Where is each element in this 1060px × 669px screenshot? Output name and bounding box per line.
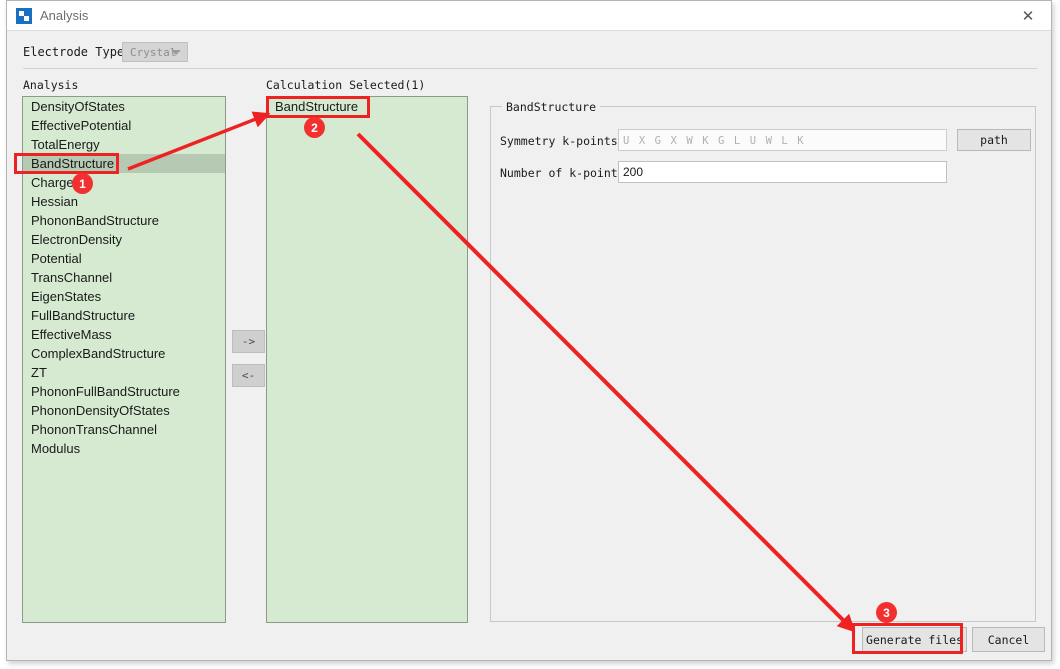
list-item[interactable]: ZT bbox=[23, 363, 225, 382]
list-item[interactable]: EigenStates bbox=[23, 287, 225, 306]
list-item[interactable]: DensityOfStates bbox=[23, 97, 225, 116]
list-item[interactable]: BandStructure bbox=[267, 97, 467, 116]
list-item[interactable]: FullBandStructure bbox=[23, 306, 225, 325]
remove-from-selection-button[interactable]: <- bbox=[232, 364, 265, 387]
list-item[interactable]: TransChannel bbox=[23, 268, 225, 287]
electrode-type-label: Electrode Type bbox=[23, 45, 125, 59]
list-item[interactable]: PhononBandStructure bbox=[23, 211, 225, 230]
list-item[interactable]: Charge bbox=[23, 173, 225, 192]
bandstructure-settings-group bbox=[490, 106, 1036, 622]
list-item[interactable]: BandStructure bbox=[23, 154, 225, 173]
list-item[interactable]: PhononTransChannel bbox=[23, 420, 225, 439]
close-icon[interactable]: ✕ bbox=[1005, 1, 1051, 30]
number-kpoints-input[interactable]: 200 bbox=[618, 161, 947, 183]
list-item[interactable]: Modulus bbox=[23, 439, 225, 458]
list-item[interactable]: EffectivePotential bbox=[23, 116, 225, 135]
list-item[interactable]: Potential bbox=[23, 249, 225, 268]
bandstructure-group-title: BandStructure bbox=[502, 100, 601, 114]
title-bar: Analysis ✕ bbox=[7, 1, 1051, 31]
app-logo-icon bbox=[16, 8, 32, 24]
list-item[interactable]: ComplexBandStructure bbox=[23, 344, 225, 363]
chevron-down-icon bbox=[171, 50, 181, 55]
cancel-button[interactable]: Cancel bbox=[972, 627, 1045, 652]
generate-files-button[interactable]: Generate files bbox=[862, 627, 967, 652]
list-item[interactable]: TotalEnergy bbox=[23, 135, 225, 154]
electrode-type-select[interactable]: Crystal bbox=[122, 42, 188, 62]
calculation-selected-list[interactable]: BandStructure bbox=[266, 96, 468, 623]
electrode-type-value: Crystal bbox=[130, 46, 177, 59]
list-item[interactable]: EffectiveMass bbox=[23, 325, 225, 344]
symmetry-kpoints-label: Symmetry k-points bbox=[500, 134, 618, 148]
analysis-dialog: Analysis ✕ Electrode Type Crystal Analys… bbox=[6, 0, 1052, 661]
symmetry-kpoints-placeholder: U X G X W K G L U W L K bbox=[623, 135, 806, 147]
list-item[interactable]: PhononDensityOfStates bbox=[23, 401, 225, 420]
analysis-caption: Analysis bbox=[23, 78, 79, 92]
separator bbox=[23, 68, 1037, 69]
list-item[interactable]: PhononFullBandStructure bbox=[23, 382, 225, 401]
calculation-selected-caption: Calculation Selected(1) bbox=[266, 78, 426, 92]
analysis-list[interactable]: DensityOfStates EffectivePotential TotalEn… bbox=[22, 96, 226, 623]
window-title: Analysis bbox=[40, 8, 89, 23]
number-kpoints-label: Number of k-points bbox=[500, 166, 625, 180]
list-item[interactable]: ElectronDensity bbox=[23, 230, 225, 249]
list-item[interactable]: Hessian bbox=[23, 192, 225, 211]
path-button[interactable]: path bbox=[957, 129, 1031, 151]
add-to-selection-button[interactable]: -> bbox=[232, 330, 265, 353]
symmetry-kpoints-input[interactable]: U X G X W K G L U W L K bbox=[618, 129, 947, 151]
